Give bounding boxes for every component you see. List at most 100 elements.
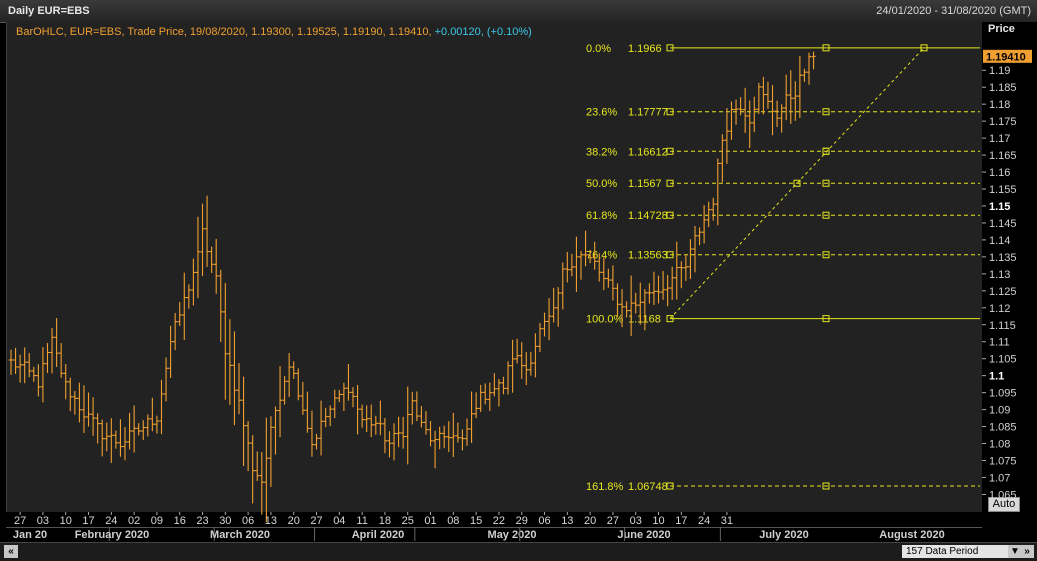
ohlc-bar bbox=[182, 272, 187, 340]
ohlc-bar bbox=[647, 283, 652, 304]
ohlc-bar bbox=[797, 56, 803, 118]
ohlc-bar bbox=[578, 250, 584, 280]
month-label: July 2020 bbox=[759, 529, 809, 541]
fibonacci-retracement: 0.0% 1.1966 23.6% 1.17777 38.2% 1.16612 50.0% 1… bbox=[586, 43, 980, 493]
fib-level-label: 23.6% bbox=[586, 107, 617, 119]
y-tick-label: 1.085 bbox=[989, 422, 1017, 434]
ohlc-bar bbox=[560, 262, 565, 310]
ohlc-bar bbox=[63, 363, 68, 400]
x-tick-label: 06 bbox=[242, 515, 254, 527]
ohlc-bar bbox=[391, 423, 397, 461]
ohlc-bar bbox=[355, 384, 360, 435]
ohlc-bar bbox=[601, 257, 606, 291]
x-tick-label: 20 bbox=[584, 515, 596, 527]
ohlc-bar bbox=[437, 426, 442, 450]
y-tick-label: 1.165 bbox=[989, 150, 1017, 162]
ohlc-bar bbox=[268, 416, 274, 487]
ohlc-bar bbox=[692, 225, 698, 273]
ohlc-bar bbox=[81, 385, 87, 433]
scroll-right-button[interactable]: » bbox=[1020, 545, 1034, 558]
ohlc-bar bbox=[679, 261, 684, 289]
x-tick-label: 17 bbox=[675, 515, 687, 527]
ohlc-bar bbox=[341, 382, 347, 411]
ohlc-bar bbox=[765, 81, 771, 109]
ohlc-bar bbox=[492, 373, 497, 397]
ohlc-chart: 0.0% 1.1966 23.6% 1.17777 38.2% 1.16612 50.0% 1… bbox=[6, 26, 1032, 541]
ohlc-bar bbox=[191, 258, 196, 306]
month-label: May 2020 bbox=[488, 529, 537, 541]
fib-level-value: 1.14728 bbox=[628, 210, 668, 222]
ohlc-bar bbox=[756, 82, 762, 114]
ohlc-bar bbox=[296, 368, 301, 401]
ohlc-bar bbox=[387, 431, 392, 458]
legend-change-text: +0.00120, (+0.10%) bbox=[435, 26, 532, 38]
ohlc-bar bbox=[546, 298, 552, 341]
ohlc-bar bbox=[359, 404, 365, 428]
scroll-left-button[interactable]: « bbox=[4, 545, 18, 558]
x-tick-label: 09 bbox=[151, 515, 163, 527]
ohlc-bar bbox=[542, 312, 547, 337]
y-tick-label: 1.08 bbox=[989, 439, 1010, 451]
ohlc-bar bbox=[574, 236, 579, 292]
ohlc-bar bbox=[788, 70, 793, 124]
ohlc-bar bbox=[419, 406, 424, 428]
ohlc-bar bbox=[487, 382, 492, 411]
y-tick-label: 1.105 bbox=[989, 354, 1017, 366]
ohlc-bar bbox=[688, 239, 693, 279]
fib-level-label: 0.0% bbox=[586, 43, 611, 55]
ohlc-bar bbox=[186, 284, 192, 309]
y-tick-label: 1.175 bbox=[989, 116, 1017, 128]
ohlc-bar bbox=[483, 383, 488, 405]
ohlc-bar bbox=[793, 81, 798, 121]
ohlc-bar bbox=[350, 387, 356, 408]
fib-level-value: 1.17777 bbox=[628, 107, 668, 119]
ohlc-bar bbox=[77, 382, 82, 423]
ohlc-bar bbox=[22, 347, 27, 384]
ohlc-bar bbox=[291, 361, 296, 379]
y-tick-label: 1.15 bbox=[989, 201, 1010, 213]
fib-level-value: 1.1567 bbox=[628, 178, 662, 190]
ohlc-bar bbox=[396, 416, 401, 448]
ohlc-bar bbox=[40, 347, 46, 403]
ohlc-bar bbox=[565, 252, 570, 283]
ohlc-bar bbox=[27, 353, 32, 378]
ohlc-bar bbox=[309, 410, 315, 457]
ohlc-bar bbox=[806, 52, 812, 85]
month-label: June 2020 bbox=[617, 529, 670, 541]
ohlc-bar bbox=[250, 435, 255, 504]
ohlc-bar bbox=[410, 391, 415, 425]
ohlc-bar bbox=[747, 100, 752, 149]
ohlc-bar bbox=[204, 195, 210, 267]
scrollbar[interactable]: « 157 Data Period ▼ » bbox=[0, 542, 1037, 561]
ohlc-bar bbox=[606, 268, 611, 288]
ohlc-bar bbox=[72, 390, 78, 415]
ohlc-bar bbox=[177, 302, 182, 327]
month-label: August 2020 bbox=[879, 529, 944, 541]
ohlc-bar bbox=[282, 376, 287, 405]
x-tick-label: 27 bbox=[607, 515, 619, 527]
ohlc-bar bbox=[405, 386, 410, 465]
price-axis-labels: 1.065 1.07 1.075 1.08 1.085 1.09 1.095 1.1 1.105… bbox=[982, 65, 1017, 501]
ohlc-bar bbox=[136, 423, 141, 436]
ohlc-bar bbox=[505, 361, 511, 395]
ohlc-bar bbox=[473, 392, 479, 419]
x-tick-label: 27 bbox=[310, 515, 322, 527]
ohlc-bar bbox=[770, 85, 775, 136]
ohlc-bar bbox=[200, 203, 205, 276]
y-tick-label: 1.075 bbox=[989, 455, 1017, 467]
ohlc-bar bbox=[423, 410, 429, 435]
x-tick-label: 11 bbox=[356, 515, 367, 527]
x-tick-label: 13 bbox=[561, 515, 573, 527]
fib-level-label: 161.8% bbox=[586, 481, 624, 493]
ohlc-bar bbox=[428, 421, 433, 447]
x-tick-label: 25 bbox=[402, 515, 414, 527]
y-tick-label: 1.1 bbox=[989, 371, 1004, 383]
period-label: 157 Data Period bbox=[906, 546, 979, 557]
ohlc-bar bbox=[300, 381, 306, 415]
date-axis-labels: 27 03 10 17 24 02 09 16 23 30 06 13 20 27 04 11 18 25 01 08… bbox=[6, 512, 982, 541]
ohlc-bar bbox=[145, 414, 150, 437]
period-selector[interactable]: 157 Data Period bbox=[902, 545, 1010, 558]
y-tick-label: 1.19 bbox=[989, 65, 1010, 77]
fib-level-value: 1.13563 bbox=[628, 250, 668, 262]
x-tick-label: 18 bbox=[379, 515, 391, 527]
